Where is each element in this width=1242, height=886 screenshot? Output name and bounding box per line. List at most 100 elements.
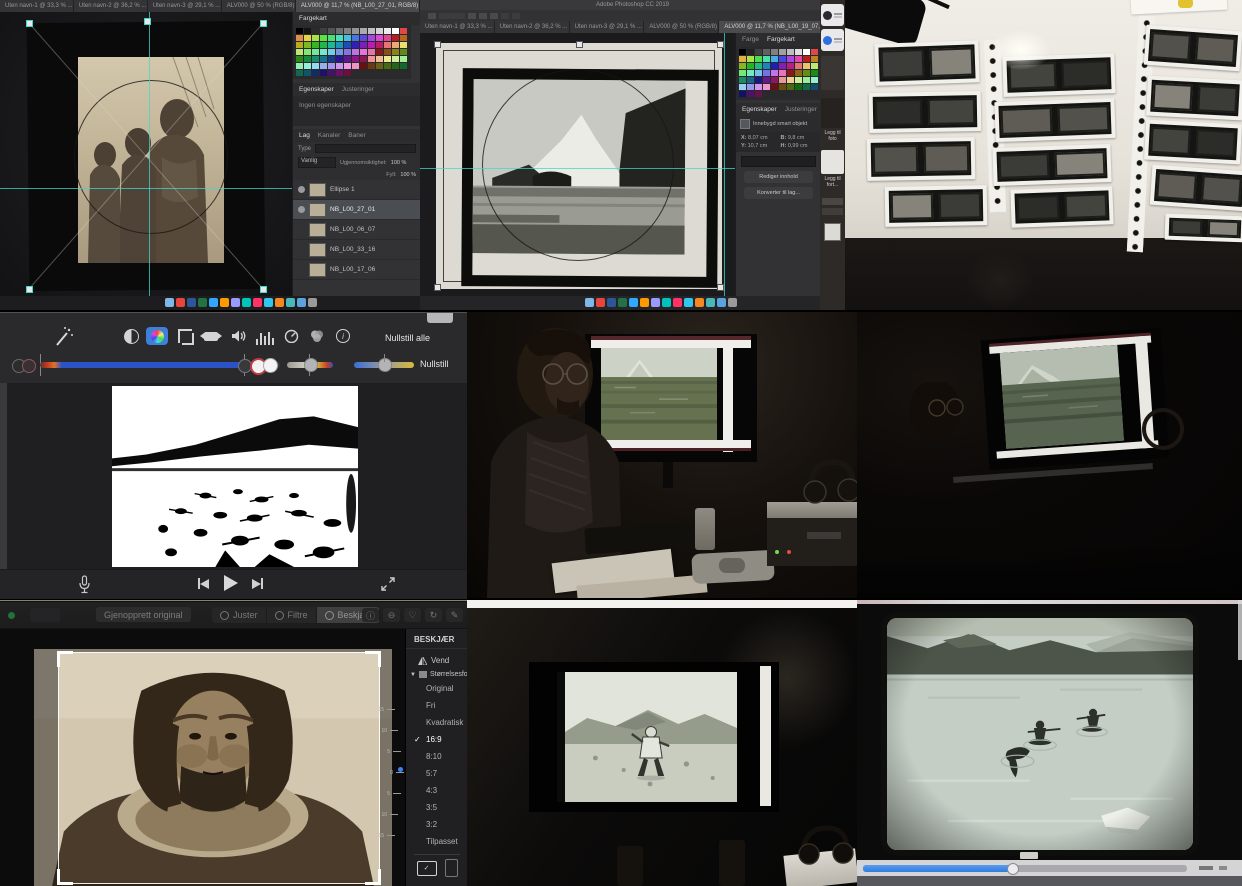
color-swatch[interactable]: [811, 56, 818, 62]
color-swatch[interactable]: [384, 28, 391, 34]
color-swatch[interactable]: [296, 56, 303, 62]
color-swatch[interactable]: [320, 49, 327, 55]
color-swatch[interactable]: [376, 56, 383, 62]
color-swatch[interactable]: [803, 84, 810, 90]
traffic-light-green[interactable]: [8, 612, 15, 619]
color-swatch[interactable]: [312, 70, 319, 76]
color-swatch[interactable]: [755, 56, 762, 62]
color-swatch[interactable]: [392, 28, 399, 34]
color-swatch[interactable]: [352, 35, 359, 41]
color-swatch[interactable]: [779, 84, 786, 90]
color-swatch[interactable]: [312, 35, 319, 41]
next-frame-button[interactable]: [252, 578, 263, 589]
color-swatch[interactable]: [787, 84, 794, 90]
aspect-ratio-option[interactable]: ✓ 4:3: [406, 782, 467, 799]
temperature-knob[interactable]: [378, 358, 392, 372]
crop-icon[interactable]: [174, 327, 196, 345]
color-swatch[interactable]: [304, 63, 311, 69]
color-swatch[interactable]: [360, 56, 367, 62]
dock-app-icon[interactable]: [187, 298, 196, 307]
color-swatch[interactable]: [376, 28, 383, 34]
color-swatch[interactable]: [304, 42, 311, 48]
aspect-ratio-option[interactable]: ✓ 3:2: [406, 816, 467, 833]
color-swatch[interactable]: [392, 49, 399, 55]
transform-handle[interactable]: [260, 286, 267, 293]
color-swatch[interactable]: [803, 49, 810, 55]
red-eye-icon[interactable]: ⊖: [383, 608, 400, 622]
color-swatch[interactable]: [368, 63, 375, 69]
seek-knob[interactable]: [1007, 863, 1019, 875]
color-swatch[interactable]: [320, 35, 327, 41]
document-tab[interactable]: Uten navn-3 @ 29,1 % ...: [570, 21, 645, 33]
align-right-icon[interactable]: [490, 13, 498, 19]
color-swatch[interactable]: [803, 70, 810, 76]
color-swatch[interactable]: [763, 77, 770, 83]
color-swatch[interactable]: [803, 56, 810, 62]
dock-app-icon[interactable]: [585, 298, 594, 307]
favorite-heart-icon[interactable]: ♡: [404, 608, 421, 622]
color-swatch[interactable]: [795, 70, 802, 76]
layer-filter-kind[interactable]: Type: [298, 146, 311, 152]
color-swatch[interactable]: [803, 77, 810, 83]
color-swatch[interactable]: [739, 63, 746, 69]
equalizer-icon[interactable]: [254, 327, 276, 345]
crop-handle-bottom-right[interactable]: [365, 869, 381, 885]
color-swatch[interactable]: [352, 42, 359, 48]
color-swatch[interactable]: [392, 63, 399, 69]
notification-card[interactable]: [821, 29, 844, 51]
previous-frame-button[interactable]: [198, 578, 209, 589]
document-tab[interactable]: ALV000 @ 50 % (RGB/8): [222, 0, 296, 12]
color-swatch[interactable]: [747, 91, 754, 97]
w-value[interactable]: 9,8 cm: [788, 135, 805, 141]
color-swatch[interactable]: [787, 70, 794, 76]
color-filters-icon[interactable]: [306, 327, 328, 345]
photo-thumbnail[interactable]: [821, 150, 844, 174]
warp-text-icon[interactable]: [501, 13, 509, 19]
crop-rectangle[interactable]: [58, 652, 380, 884]
layer-thumbnail[interactable]: [309, 243, 326, 257]
dock-app-icon[interactable]: [640, 298, 649, 307]
color-swatch[interactable]: [344, 28, 351, 34]
dock-app-icon[interactable]: [209, 298, 218, 307]
color-swatch[interactable]: [384, 49, 391, 55]
color-swatch[interactable]: [763, 63, 770, 69]
disclosure-triangle-icon[interactable]: ▼: [410, 672, 416, 678]
color-swatch[interactable]: [336, 42, 343, 48]
color-swatch[interactable]: [336, 28, 343, 34]
color-swatch[interactable]: [739, 77, 746, 83]
visibility-eye-icon[interactable]: [298, 206, 305, 213]
transform-handle[interactable]: [26, 286, 33, 293]
auto-enhance-wand-icon[interactable]: [52, 326, 74, 350]
color-swatch[interactable]: [771, 84, 778, 90]
dock-app-icon[interactable]: [596, 298, 605, 307]
seek-track[interactable]: [863, 865, 1187, 872]
aspect-ratio-header[interactable]: ▼ Størrelsesforhold: [406, 667, 467, 680]
dock-app-icon[interactable]: [198, 298, 207, 307]
color-swatch[interactable]: [344, 42, 351, 48]
color-swatch[interactable]: [779, 49, 786, 55]
contrast-icon[interactable]: [120, 327, 142, 345]
transform-handle[interactable]: [576, 41, 583, 48]
aspect-ratio-option[interactable]: ✓ Tilpasset: [406, 833, 467, 850]
color-swatch[interactable]: [296, 49, 303, 55]
color-swatch[interactable]: [368, 49, 375, 55]
photo-thumbnail[interactable]: [821, 98, 844, 128]
transform-handle[interactable]: [26, 20, 33, 27]
h-value[interactable]: 0,99 cm: [788, 143, 808, 149]
color-swatch[interactable]: [352, 63, 359, 69]
document-tab[interactable]: Uten navn-1 @ 33,3 % ...: [0, 0, 74, 12]
color-swatch[interactable]: [400, 49, 407, 55]
color-swatch[interactable]: [400, 35, 407, 41]
layer-row[interactable]: NB_L00_33_16: [293, 240, 420, 260]
aspect-ratio-option[interactable]: ✓ 3:5: [406, 799, 467, 816]
zoom-slider-pill[interactable]: [30, 608, 60, 622]
fullscreen-icon[interactable]: [380, 576, 396, 592]
color-swatch[interactable]: [384, 42, 391, 48]
color-swatch[interactable]: [320, 70, 327, 76]
swatches-panel-tab[interactable]: Fargekart: [767, 36, 795, 43]
color-swatch[interactable]: [795, 49, 802, 55]
color-swatch[interactable]: [771, 49, 778, 55]
color-swatch[interactable]: [755, 63, 762, 69]
color-swatch[interactable]: [811, 77, 818, 83]
color-swatch[interactable]: [747, 84, 754, 90]
